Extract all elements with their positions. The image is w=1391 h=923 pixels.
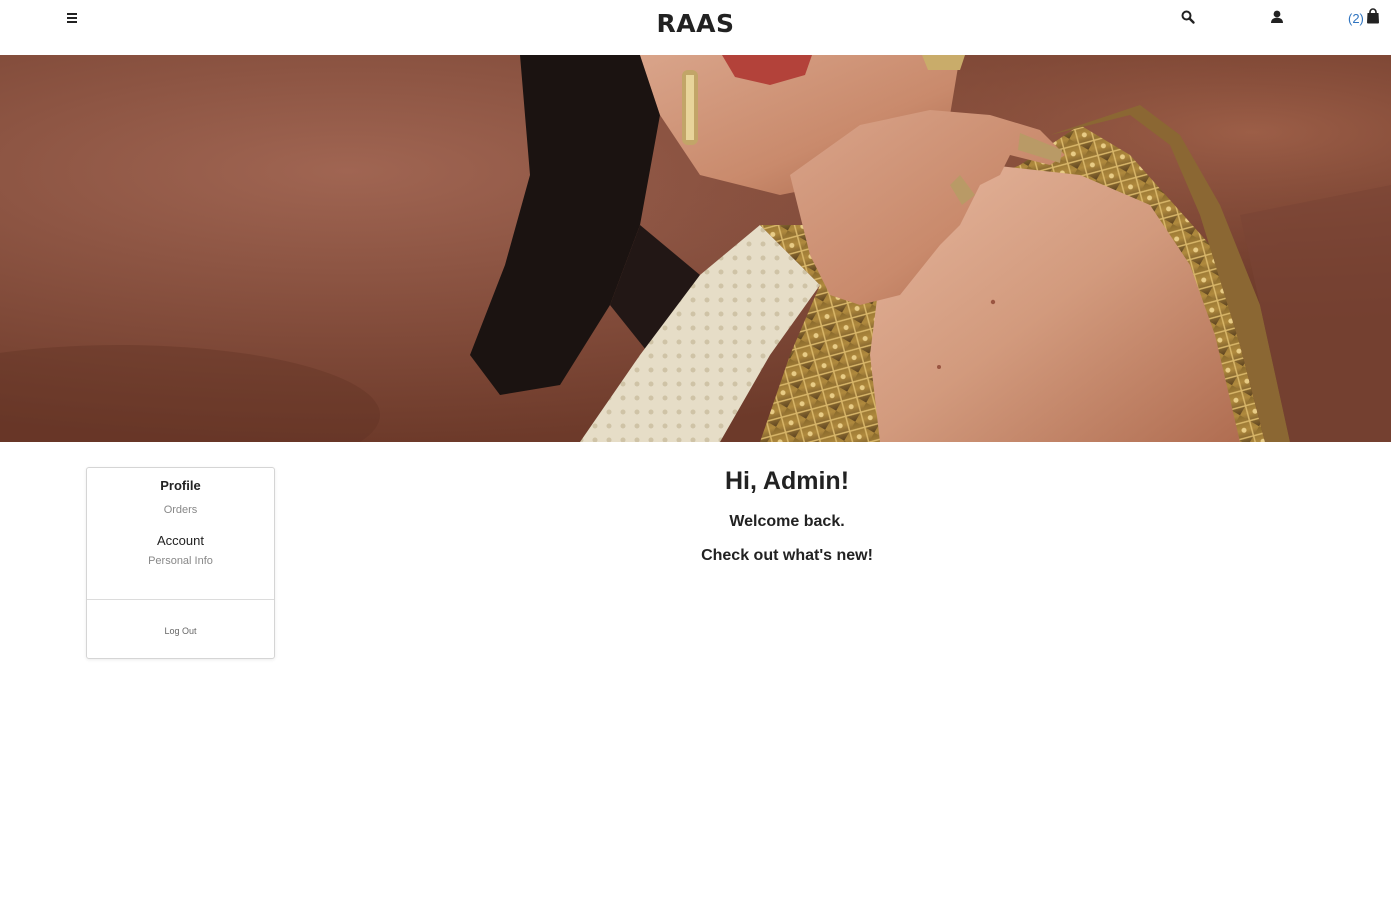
shopping-bag-icon <box>1366 8 1380 28</box>
whats-new-message: Check out what's new! <box>701 547 873 564</box>
hamburger-menu-icon[interactable] <box>64 10 80 26</box>
cart-button[interactable]: (2) <box>1348 8 1380 28</box>
cart-count-badge: (2) <box>1348 10 1364 26</box>
welcome-panel: Hi, Admin! Welcome back. Check out what'… <box>486 464 1088 566</box>
site-header: RAAS (2) <box>0 0 1391 55</box>
account-sidebar: Profile Orders Account Personal Info Log… <box>86 467 275 659</box>
hero-banner-image <box>0 55 1391 442</box>
search-icon[interactable] <box>1180 9 1196 25</box>
sidebar-item-personal-info[interactable]: Personal Info <box>87 555 274 567</box>
sidebar-item-profile[interactable]: Profile <box>87 478 274 493</box>
welcome-message: Welcome back. <box>729 513 845 530</box>
sidebar-item-orders[interactable]: Orders <box>87 504 274 516</box>
user-icon[interactable] <box>1269 9 1285 25</box>
brand-name[interactable]: RAAS <box>657 9 735 38</box>
logout-link[interactable]: Log Out <box>87 626 274 636</box>
sidebar-item-account[interactable]: Account <box>87 533 274 548</box>
sidebar-divider <box>87 599 274 600</box>
page-title: Hi, Admin! <box>724 467 850 495</box>
